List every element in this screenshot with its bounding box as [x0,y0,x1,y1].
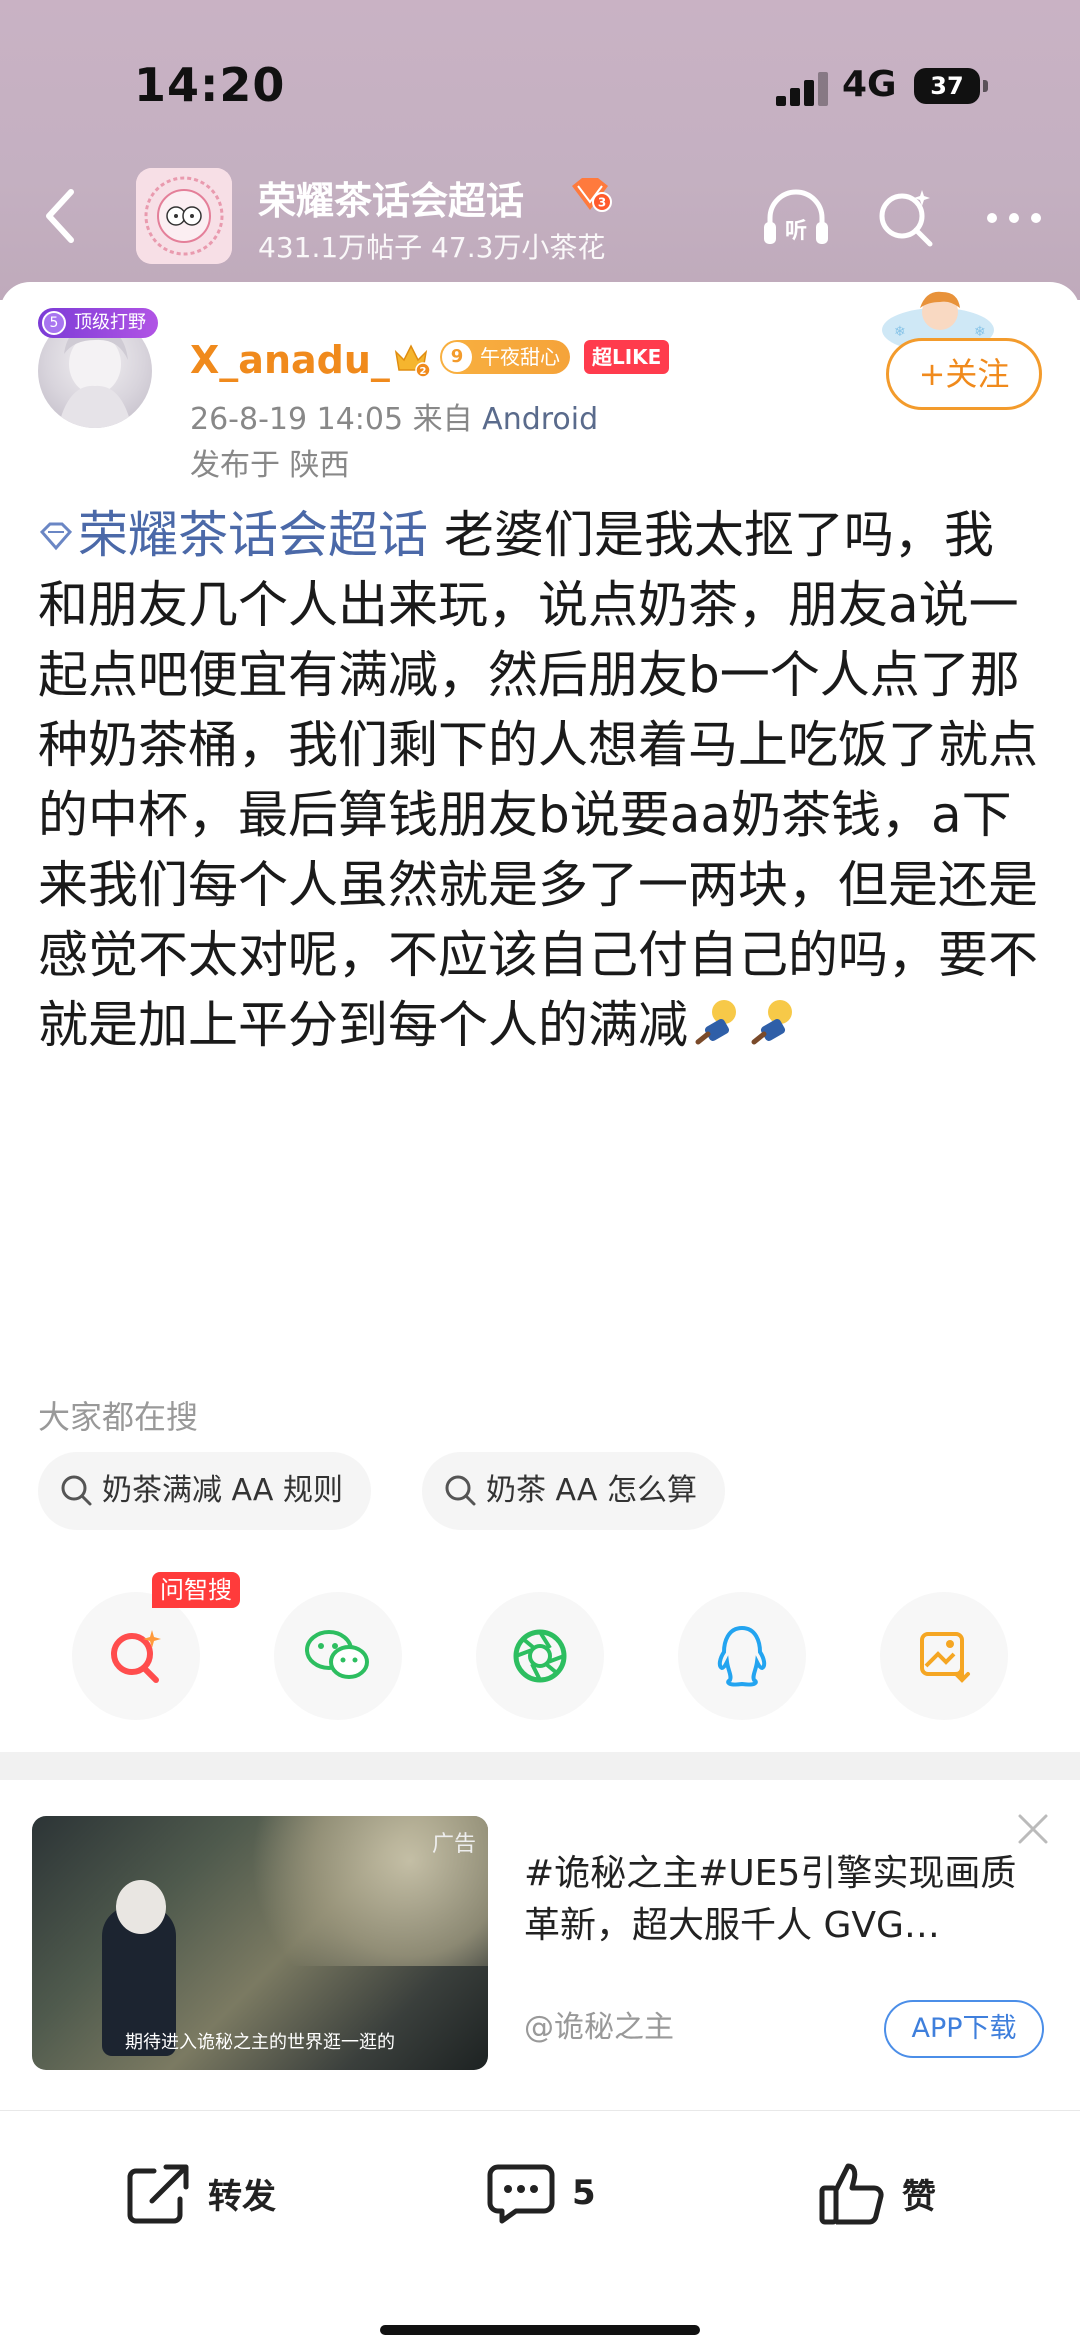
search-icon [61,1475,92,1506]
thumbs-up-icon [819,2163,884,2225]
close-icon[interactable] [1014,1810,1052,1848]
ad-title[interactable]: #诡秘之主#UE5引擎实现画质革新，超大服千人 GVG… [524,1848,1044,1952]
post-card: 5 顶级打野 X_anadu_ 2 9 午夜甜心 超LIKE 26-8-19 14:… [0,282,1080,1752]
svg-text:2: 2 [420,366,427,377]
share-qq-button[interactable] [678,1592,806,1720]
fan-level-badge: 9 午夜甜心 [440,340,570,374]
home-indicator [380,2325,700,2335]
vip-title-badge: 5 顶级打野 [38,308,158,338]
more-button[interactable] [974,182,1054,254]
group-avatar[interactable] [136,168,232,264]
qq-penguin-icon [717,1625,767,1687]
ad-image[interactable]: 广告 期待进入诡秘之主的世界逛一逛的 [32,1816,488,2070]
ad-card[interactable]: 广告 期待进入诡秘之主的世界逛一逛的 #诡秘之主#UE5引擎实现画质革新，超大服… [0,1780,1080,2110]
smart-search-icon [111,1630,161,1683]
post-date: 26-8-19 14:05 [190,402,404,437]
svg-text:3: 3 [598,196,606,210]
search-sparkle-icon [879,190,933,247]
group-level-badge-icon: 3 [572,178,612,212]
comment-icon [487,2164,555,2224]
group-header: 荣耀茶话会超话 3 431.1万帖子 47.3万小茶花 听 [0,160,1080,280]
post-from-prefix: 来自 [412,402,473,437]
post-device: Android [482,402,599,437]
smart-search-button[interactable] [72,1592,200,1720]
comment-button[interactable]: 5 [486,2153,596,2233]
group-logo-image [136,168,232,264]
topic-text: 荣耀茶话会超话 [78,506,428,564]
ad-source: @诡秘之主 [524,2010,674,2045]
save-image-icon [920,1632,970,1683]
signal-icon [776,72,828,106]
group-stats: 431.1万帖子 47.3万小茶花 [258,231,606,264]
save-image-button[interactable] [880,1592,1008,1720]
search-chip[interactable]: 奶茶满减 AA 规则 [38,1452,371,1530]
battery-icon: 37 [914,68,988,104]
headphones-listen-icon: 听 [764,189,828,244]
status-time: 14:20 [134,58,286,112]
post-meta: 26-8-19 14:05 来自 Android [190,394,598,438]
search-button[interactable] [866,182,946,254]
section-divider [0,1752,1080,1780]
wechat-icon [305,1630,369,1679]
post-content: 荣耀茶话会超话 老婆们是我太抠了吗，我和朋友几个人出来玩，说点奶茶，朋友a说一起… [38,500,1038,1060]
search-chip-label: 奶茶 AA 怎么算 [486,1473,697,1508]
bottom-action-bar: 转发 5 赞 [0,2110,1080,2348]
app-download-button[interactable]: APP下载 [884,2000,1044,2058]
share-row: 问智搜 [0,1572,1080,1732]
username[interactable]: X_anadu_ [190,338,390,382]
more-dots-icon [987,213,1041,223]
trending-search-label: 大家都在搜 [38,1398,199,1436]
crown-badge-icon: 2 [394,344,430,378]
bulb-figure-emoji-icon [751,1000,792,1045]
network-type: 4G [842,64,897,105]
comment-count: 5 [572,2173,596,2213]
like-button[interactable]: 赞 [818,2153,936,2233]
bulb-figure-emoji-icon [695,1000,736,1045]
topic-link[interactable]: 荣耀茶话会超话 [38,506,428,564]
search-icon [445,1475,476,1506]
status-bar: 14:20 4G 37 [0,0,1080,170]
svg-text:❄: ❄ [894,324,906,340]
chevron-left-icon [46,189,74,243]
svg-text:听: 听 [785,219,807,244]
smart-search-tag: 问智搜 [152,1572,240,1608]
ad-tag: 广告 [431,1832,476,1857]
topic-diamond-icon [39,522,73,551]
post-location: 发布于 陕西 [190,448,350,483]
repost-button[interactable]: 转发 [124,2153,276,2233]
follow-button[interactable]: +关注 [886,338,1042,410]
back-button[interactable] [24,176,96,256]
repost-label: 转发 [208,2176,276,2217]
repost-icon [127,2164,189,2224]
share-moments-button[interactable] [476,1592,604,1720]
search-chip[interactable]: 奶茶 AA 怎么算 [422,1452,725,1530]
super-like-badge: 超LIKE [584,340,670,374]
listen-button[interactable]: 听 [756,182,836,254]
like-label: 赞 [902,2176,936,2217]
post-body: 老婆们是我太抠了吗，我和朋友几个人出来玩，说点奶茶，朋友a说一起点吧便宜有满减，… [38,506,1038,1054]
moments-aperture-icon [513,1629,567,1683]
search-chip-label: 奶茶满减 AA 规则 [102,1473,343,1508]
ad-caption: 期待进入诡秘之主的世界逛一逛的 [125,2032,395,2053]
share-wechat-button[interactable] [274,1592,402,1720]
group-title[interactable]: 荣耀茶话会超话 [258,170,524,225]
